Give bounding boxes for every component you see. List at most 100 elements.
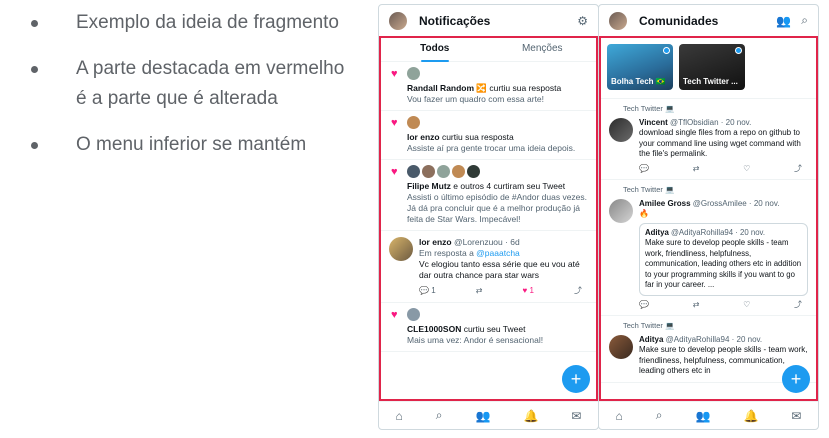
bottom-nav: ⌂ ⌕ 👥 🔔 ✉ — [379, 401, 598, 429]
tab-bar: Todos Menções — [381, 38, 596, 62]
notification-action: curtiu sua resposta — [439, 132, 514, 142]
profile-avatar[interactable] — [609, 11, 627, 30]
reply-button[interactable]: 💬 1 — [419, 285, 436, 296]
quote-tweet[interactable]: Aditya @AdityaRohilla94 · 20 nov. Make s… — [639, 222, 808, 296]
home-icon[interactable]: ⌂ — [396, 409, 403, 423]
avatar[interactable] — [609, 117, 633, 142]
search-icon[interactable]: ⌕ — [656, 408, 663, 423]
community-context[interactable]: Tech Twitter 💻 — [609, 104, 808, 115]
reply-tweet[interactable]: lor enzo @Lorenzuou · 6d Em resposta a @… — [381, 231, 596, 303]
search-icon[interactable]: ⌕ — [436, 408, 443, 423]
community-post[interactable]: Tech Twitter 💻 Amilee Gross @GrossAmilee… — [601, 180, 816, 316]
community-name: Tech Twitter ... — [683, 77, 738, 86]
share-icon[interactable]: ⤴ — [794, 300, 802, 311]
reply-count: 1 — [431, 286, 436, 295]
heart-icon: ♥ — [391, 68, 398, 80]
reply-icon[interactable]: 💬 — [639, 164, 649, 175]
user-name: Randall Random 🔀 — [407, 83, 488, 93]
notification-item[interactable]: ♥ Randall Random 🔀 curtiu sua resposta V… — [381, 62, 596, 111]
top-bar: Notificações ⚙ — [379, 5, 598, 37]
tweet-text: 🔥 — [639, 209, 649, 218]
avatar[interactable] — [467, 165, 480, 178]
fragment-area: Todos Menções ♥ Randall Random 🔀 curtiu … — [379, 36, 598, 401]
reply-to-label: Em resposta a — [419, 248, 477, 258]
home-icon[interactable]: ⌂ — [616, 409, 623, 423]
heart-icon: ♥ — [391, 117, 398, 129]
community-name: Bolha Tech 🇧🇷 — [611, 77, 666, 86]
notification-action: curtiu sua resposta — [487, 83, 562, 93]
retweet-icon[interactable]: ⇄ — [476, 285, 483, 296]
avatar[interactable] — [407, 67, 420, 80]
unread-dot — [735, 47, 742, 54]
fragment-area: Bolha Tech 🇧🇷 Tech Twitter ... Tech Twit… — [599, 36, 818, 401]
search-icon[interactable]: ⌕ — [801, 13, 808, 28]
user-handle: @Lorenzuou · 6d — [451, 237, 520, 247]
avatar[interactable] — [389, 237, 413, 261]
avatar[interactable] — [437, 165, 450, 178]
community-post[interactable]: Tech Twitter 💻 Vincent @TflObsidian · 20… — [601, 99, 816, 180]
heart-outline-icon[interactable]: ♡ — [743, 300, 750, 311]
reply-to-link[interactable]: @paaatcha — [476, 248, 520, 258]
avatar[interactable] — [407, 308, 420, 321]
community-context[interactable]: Tech Twitter 💻 — [609, 321, 808, 332]
like-count: 1 — [529, 286, 534, 295]
compose-button[interactable]: + — [782, 365, 810, 393]
notifications-screen: Notificações ⚙ Todos Menções ♥ Randall R… — [378, 4, 599, 430]
notification-action: e outros 4 curtiram seu Tweet — [450, 181, 566, 191]
notification-item[interactable]: ♥ lor enzo curtiu sua resposta Assiste a… — [381, 111, 596, 160]
share-icon[interactable]: ⤴ — [574, 285, 582, 296]
heart-icon: ♥ — [522, 286, 528, 295]
user-name: Vincent — [639, 117, 668, 127]
avatar[interactable] — [609, 334, 633, 359]
user-handle: @TflObsidian · 20 nov. — [667, 117, 752, 127]
avatar[interactable] — [407, 116, 420, 129]
user-handle: @GrossAmilee · 20 nov. — [690, 198, 780, 208]
tweet-text: Vc elogiou tanto essa série que eu vou a… — [419, 259, 580, 280]
notification-text: Assiste aí pra gente trocar uma ideia de… — [407, 143, 576, 153]
notification-text: Vou fazer um quadro com essa arte! — [407, 94, 545, 104]
communities-icon[interactable]: 👥 — [695, 409, 710, 423]
like-button[interactable]: ♥ 1 — [522, 285, 533, 296]
bullet-item: A parte destacada em vermelho é a parte … — [28, 54, 348, 114]
notification-item[interactable]: ♥ Filipe Mutz e outros 4 curtiram seu Tw… — [381, 160, 596, 231]
mail-icon[interactable]: ✉ — [571, 409, 581, 423]
user-name: lor enzo — [407, 132, 440, 142]
bullet-item: Exemplo da ideia de fragmento — [28, 8, 348, 38]
user-handle: @AdityaRohilla94 · 20 nov. — [663, 334, 763, 344]
retweet-icon[interactable]: ⇄ — [693, 164, 700, 175]
community-context[interactable]: Tech Twitter 💻 — [609, 185, 808, 196]
bullet-list: Exemplo da ideia de fragmento A parte de… — [28, 8, 348, 176]
notification-item[interactable]: ♥ CLE1000SON curtiu seu Tweet Mais uma v… — [381, 303, 596, 352]
mail-icon[interactable]: ✉ — [791, 409, 801, 423]
tweet-actions: 💬 ⇄ ♡ ⤴ — [639, 164, 808, 175]
unread-dot — [663, 47, 670, 54]
profile-avatar[interactable] — [389, 11, 407, 30]
community-card[interactable]: Bolha Tech 🇧🇷 — [607, 44, 673, 90]
bell-icon[interactable]: 🔔 — [743, 409, 758, 423]
reply-icon[interactable]: 💬 — [639, 300, 649, 311]
notification-text: Assisti o último episódio de #Andor duas… — [407, 192, 588, 224]
avatar[interactable] — [422, 165, 435, 178]
user-name: lor enzo — [419, 237, 452, 247]
communities-icon[interactable]: 👥 — [475, 409, 490, 423]
heart-outline-icon[interactable]: ♡ — [743, 164, 750, 175]
add-community-icon[interactable]: 👥 — [776, 14, 791, 28]
community-card[interactable]: Tech Twitter ... — [679, 44, 745, 90]
avatar[interactable] — [407, 165, 420, 178]
tweet-text: download single files from a repo on git… — [639, 128, 801, 158]
tweet-actions: 💬 1 ⇄ ♥ 1 ⤴ — [419, 285, 588, 296]
avatar[interactable] — [452, 165, 465, 178]
bell-icon[interactable]: 🔔 — [523, 409, 538, 423]
tab-all[interactable]: Todos — [381, 38, 489, 62]
user-name: Aditya — [639, 334, 664, 344]
compose-button[interactable]: + — [562, 365, 590, 393]
tab-mentions[interactable]: Menções — [489, 38, 597, 61]
share-icon[interactable]: ⤴ — [794, 164, 802, 175]
heart-icon: ♥ — [391, 309, 398, 321]
heart-icon: ♥ — [391, 166, 398, 178]
gear-icon[interactable]: ⚙ — [577, 14, 588, 28]
avatar[interactable] — [609, 198, 633, 223]
notification-text: Mais uma vez: Andor é sensacional! — [407, 335, 544, 345]
retweet-icon[interactable]: ⇄ — [693, 300, 700, 311]
reply-icon: 💬 — [419, 286, 429, 295]
